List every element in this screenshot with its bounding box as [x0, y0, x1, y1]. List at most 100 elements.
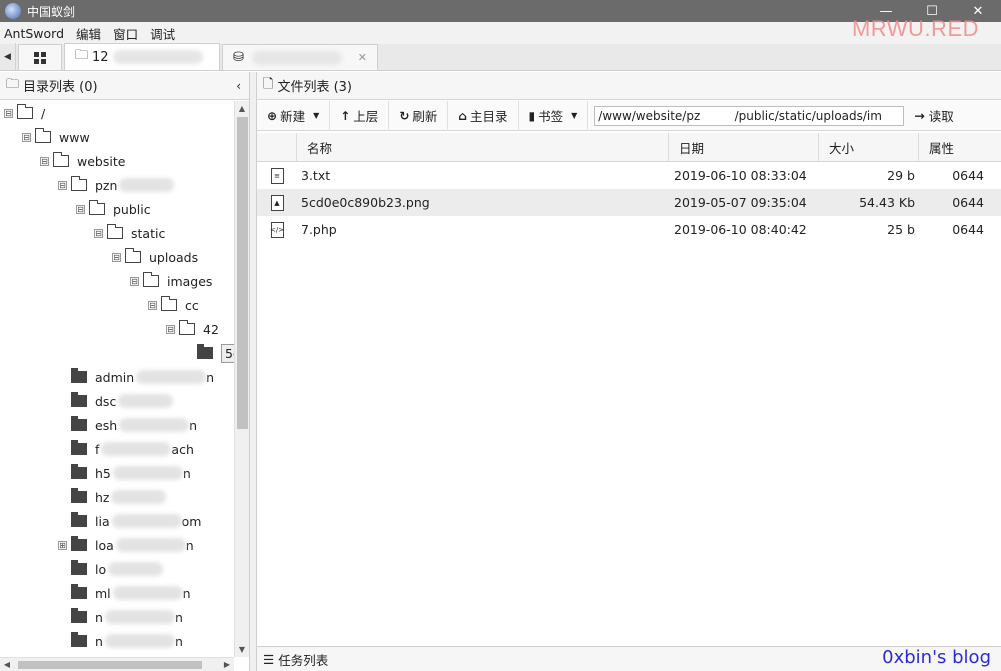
file-size-cell: 29 b — [887, 168, 915, 183]
collapse-node-icon[interactable]: ⊟ — [112, 252, 121, 262]
tree-item[interactable]: lia om — [58, 509, 201, 533]
redacted-text — [111, 490, 167, 504]
tab-file-manager[interactable]: 🗀 12 — [64, 43, 220, 70]
tree-item[interactable]: ⊟ pzn — [58, 173, 175, 197]
tree-item[interactable]: h5 n — [58, 461, 191, 485]
tab-scroll-left-button[interactable]: ◀ — [0, 43, 16, 70]
tree-item-label: cc — [185, 297, 199, 313]
tree-item-label-tail: n — [206, 369, 215, 385]
tree-item[interactable]: ⊟ www — [22, 125, 90, 149]
column-date[interactable]: 日期 — [669, 133, 819, 162]
tree-item[interactable]: ⊟ / — [4, 101, 45, 125]
menu-antsword[interactable]: AntSword — [0, 26, 70, 41]
arrow-right-icon: → — [914, 108, 925, 123]
tree-item[interactable]: ml n — [58, 581, 191, 605]
tree-item-label: f — [95, 441, 100, 457]
close-tab-button[interactable]: ✕ — [358, 51, 367, 64]
tree-item[interactable]: ⊟ 42 — [166, 317, 219, 341]
home-directory-button[interactable]: ⌂ 主目录 — [448, 100, 519, 131]
folder-icon — [71, 392, 87, 407]
column-name[interactable]: 名称 — [297, 133, 669, 162]
tree-vertical-scrollbar[interactable]: ▲ ▼ — [234, 101, 249, 657]
collapse-node-icon[interactable]: ⊟ — [40, 156, 49, 166]
tree-item[interactable]: ⊟ website — [40, 149, 125, 173]
collapse-node-icon[interactable]: ⊟ — [58, 180, 67, 190]
new-button[interactable]: ⊕ 新建 ▼ — [257, 100, 331, 131]
tree-item-label-tail: n — [185, 537, 194, 553]
table-row[interactable]: </> 7.php 2019-06-10 08:40:42 25 b 0644 — [257, 216, 1001, 243]
menu-edit[interactable]: 编辑 — [70, 24, 107, 43]
tree-item[interactable]: ⊟ uploads — [112, 245, 198, 269]
scroll-left-icon[interactable]: ◀ — [0, 658, 14, 671]
task-list-label: 任务列表 — [278, 652, 329, 668]
tree-item-label: dsc — [95, 393, 117, 409]
tree-item-label: n — [95, 609, 103, 625]
table-row[interactable]: ≡ 3.txt 2019-06-10 08:33:04 29 b 0644 — [257, 162, 1001, 189]
tree-item[interactable]: f ach — [58, 437, 194, 461]
tree-item[interactable]: 5c — [184, 341, 234, 365]
file-panel: 🗋 文件列表 (3) ⊕ 新建 ▼ ↑ 上层 ↻ 刷新 ⌂ 主目录 ▮ 书签 ▼… — [256, 72, 1001, 671]
tree-item[interactable]: ⊟ static — [94, 221, 165, 245]
menu-debug[interactable]: 调试 — [144, 24, 181, 43]
scrollbar-thumb[interactable] — [237, 117, 248, 429]
collapse-node-icon[interactable]: ⊟ — [166, 324, 175, 334]
plus-circle-icon: ⊕ — [267, 108, 278, 123]
bookmark-icon: ▮ — [528, 108, 536, 123]
read-button[interactable]: → 读取 — [914, 106, 954, 125]
expand-node-icon[interactable]: ⊞ — [58, 540, 67, 550]
file-size-cell: 25 b — [887, 222, 915, 237]
collapse-node-icon[interactable]: ⊟ — [76, 204, 85, 214]
tree-item[interactable]: ⊞ loa n — [58, 533, 194, 557]
file-toolbar: ⊕ 新建 ▼ ↑ 上层 ↻ 刷新 ⌂ 主目录 ▮ 书签 ▼ → 读取 — [257, 100, 1001, 131]
code-file-icon: </> — [270, 221, 284, 238]
tree-item[interactable]: ⊟ cc — [148, 293, 199, 317]
file-table: 名称 日期 大小 属性 ≡ 3.txt 2019-06-10 08:33:04 29 … — [257, 133, 1001, 243]
tree-item[interactable]: hz — [58, 485, 167, 509]
bookmark-button[interactable]: ▮ 书签 ▼ — [519, 100, 589, 131]
file-attr-cell: 0644 — [952, 222, 984, 237]
table-row[interactable]: ▲ 5cd0e0c890b23.png 2019-05-07 09:35:04 54.… — [257, 189, 1001, 216]
folder-icon — [71, 488, 87, 503]
folder-open-icon — [71, 176, 87, 191]
path-input[interactable] — [594, 105, 905, 126]
menu-window[interactable]: 窗口 — [107, 24, 144, 43]
refresh-button[interactable]: ↻ 刷新 — [389, 100, 449, 131]
collapse-panel-button[interactable]: ‹ — [236, 79, 241, 93]
scroll-down-icon[interactable]: ▼ — [235, 642, 249, 657]
tab-home[interactable] — [18, 44, 62, 70]
tree-item-label: lia — [95, 513, 110, 529]
collapse-node-icon[interactable]: ⊟ — [4, 108, 13, 118]
collapse-node-icon[interactable]: ⊟ — [94, 228, 103, 238]
caret-down-icon: ▼ — [571, 111, 578, 120]
collapse-node-icon[interactable]: ⊟ — [130, 276, 139, 286]
tree-horizontal-scrollbar[interactable]: ◀ ▶ — [0, 657, 234, 671]
folder-open-icon — [143, 272, 159, 287]
tree-item[interactable]: admin n — [58, 365, 214, 389]
tree-item[interactable]: lo — [58, 557, 164, 581]
refresh-button-label: 刷新 — [412, 109, 438, 124]
tree-item[interactable]: ⊟ images — [130, 269, 212, 293]
tree-item-label: 42 — [203, 321, 219, 337]
column-size[interactable]: 大小 — [819, 133, 919, 162]
column-attributes[interactable]: 属性 — [919, 133, 1001, 162]
file-name-cell: 7.php — [301, 222, 337, 237]
up-button[interactable]: ↑ 上层 — [330, 100, 390, 131]
tree-item[interactable]: nn — [58, 629, 183, 653]
folder-icon — [71, 632, 87, 647]
collapse-node-icon[interactable]: ⊟ — [22, 132, 31, 142]
tree-item-label: h5 — [95, 465, 111, 481]
redacted-text — [104, 610, 175, 624]
scroll-right-icon[interactable]: ▶ — [220, 658, 234, 671]
folder-icon — [71, 440, 87, 455]
redacted-text — [108, 562, 164, 576]
tree-item[interactable]: esh n — [58, 413, 197, 437]
tree-item-label: public — [113, 201, 151, 217]
tree-item[interactable]: dsc — [58, 389, 174, 413]
scrollbar-thumb[interactable] — [18, 661, 202, 669]
scroll-up-icon[interactable]: ▲ — [235, 101, 249, 116]
tree-item-label-tail: n — [174, 633, 183, 649]
tab-database[interactable]: ⛁ ✕ — [222, 44, 378, 70]
tree-item[interactable]: nn — [58, 605, 183, 629]
tree-item[interactable]: ⊟ public — [76, 197, 151, 221]
collapse-node-icon[interactable]: ⊟ — [148, 300, 157, 310]
